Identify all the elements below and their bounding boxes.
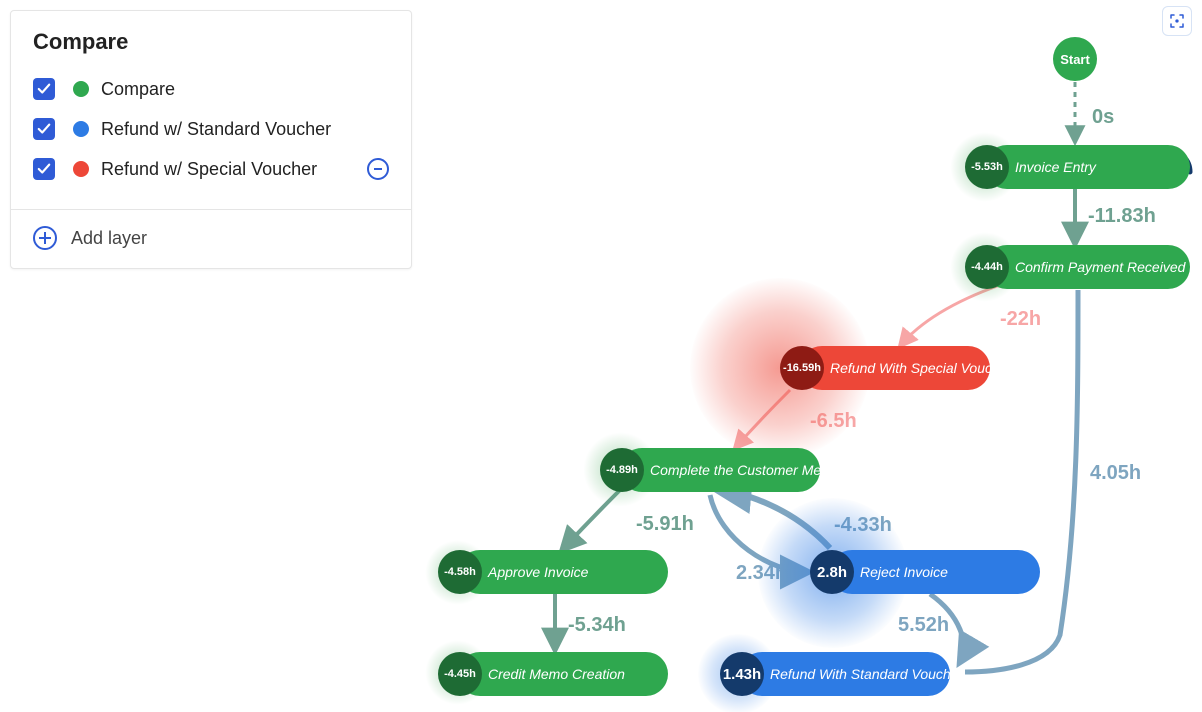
check-icon <box>37 82 51 96</box>
plus-icon <box>33 226 57 250</box>
node-label: Reject Invoice <box>860 564 948 580</box>
node-label: Refund With Standard Voucher <box>770 666 963 682</box>
capture-icon <box>1168 12 1186 30</box>
layer-row-compare: Compare <box>33 69 389 109</box>
edgelabel-reject-standard: 5.52h <box>898 614 949 637</box>
check-icon <box>37 122 51 136</box>
node-label: Invoice Entry <box>1015 159 1096 175</box>
badge: -4.58h <box>438 550 482 594</box>
edgelabel-approve-credit: -5.34h <box>568 614 626 637</box>
badge: -16.59h <box>780 346 824 390</box>
node-reject-invoice[interactable]: 2.8h Reject Invoice <box>830 550 1040 594</box>
edgelabel-start-invoice: 0s <box>1092 106 1114 129</box>
badge: 2.8h <box>810 550 854 594</box>
layer-label: Compare <box>101 79 389 100</box>
node-confirm-payment[interactable]: -4.44h Confirm Payment Received <box>985 245 1190 289</box>
edgelabel-confirm-reject: 4.05h <box>1090 462 1141 485</box>
node-start[interactable]: Start <box>1053 37 1097 81</box>
edgelabel-memo-approve: -5.91h <box>636 513 694 536</box>
layer-label: Refund w/ Standard Voucher <box>101 119 389 140</box>
node-label: Confirm Payment Received <box>1015 259 1185 275</box>
layer-list: Compare Refund w/ Standard Voucher Refun… <box>11 69 411 199</box>
badge: -4.45h <box>438 652 482 696</box>
layer-color-dot <box>73 81 89 97</box>
badge: 1.43h <box>720 652 764 696</box>
node-label: Credit Memo Creation <box>488 666 625 682</box>
layer-row-standard: Refund w/ Standard Voucher <box>33 109 389 149</box>
checkbox-compare[interactable] <box>33 78 55 100</box>
edgelabel-confirm-special: -22h <box>1000 308 1041 331</box>
node-start-label: Start <box>1060 52 1090 67</box>
remove-layer-button[interactable] <box>367 158 389 180</box>
node-label: Refund With Special Voucher <box>830 360 1012 376</box>
add-layer-button[interactable]: Add layer <box>11 210 411 268</box>
edgelabel-invoice-confirm: -11.83h <box>1088 205 1156 228</box>
capture-button[interactable] <box>1162 6 1192 36</box>
node-refund-standard[interactable]: 1.43h Refund With Standard Voucher <box>740 652 950 696</box>
check-icon <box>37 162 51 176</box>
checkbox-standard[interactable] <box>33 118 55 140</box>
panel-title: Compare <box>11 11 411 69</box>
node-complete-memo[interactable]: -4.89h Complete the Customer Memo <box>620 448 820 492</box>
node-refund-special[interactable]: -16.59h Refund With Special Voucher <box>800 346 990 390</box>
add-layer-label: Add layer <box>71 228 147 249</box>
badge: -4.44h <box>965 245 1009 289</box>
badge: -4.89h <box>600 448 644 492</box>
node-invoice-entry[interactable]: -5.53h Invoice Entry <box>985 145 1190 189</box>
minus-icon <box>374 168 382 170</box>
node-approve-invoice[interactable]: -4.58h Approve Invoice <box>458 550 668 594</box>
layer-row-special: Refund w/ Special Voucher <box>33 149 389 189</box>
badge: -5.53h <box>965 145 1009 189</box>
node-label: Complete the Customer Memo <box>650 462 841 478</box>
layer-color-dot <box>73 161 89 177</box>
layer-label: Refund w/ Special Voucher <box>101 159 367 180</box>
compare-panel: Compare Compare Refund w/ Standard Vouch… <box>10 10 412 269</box>
checkbox-special[interactable] <box>33 158 55 180</box>
node-credit-memo[interactable]: -4.45h Credit Memo Creation <box>458 652 668 696</box>
node-label: Approve Invoice <box>488 564 588 580</box>
layer-color-dot <box>73 121 89 137</box>
